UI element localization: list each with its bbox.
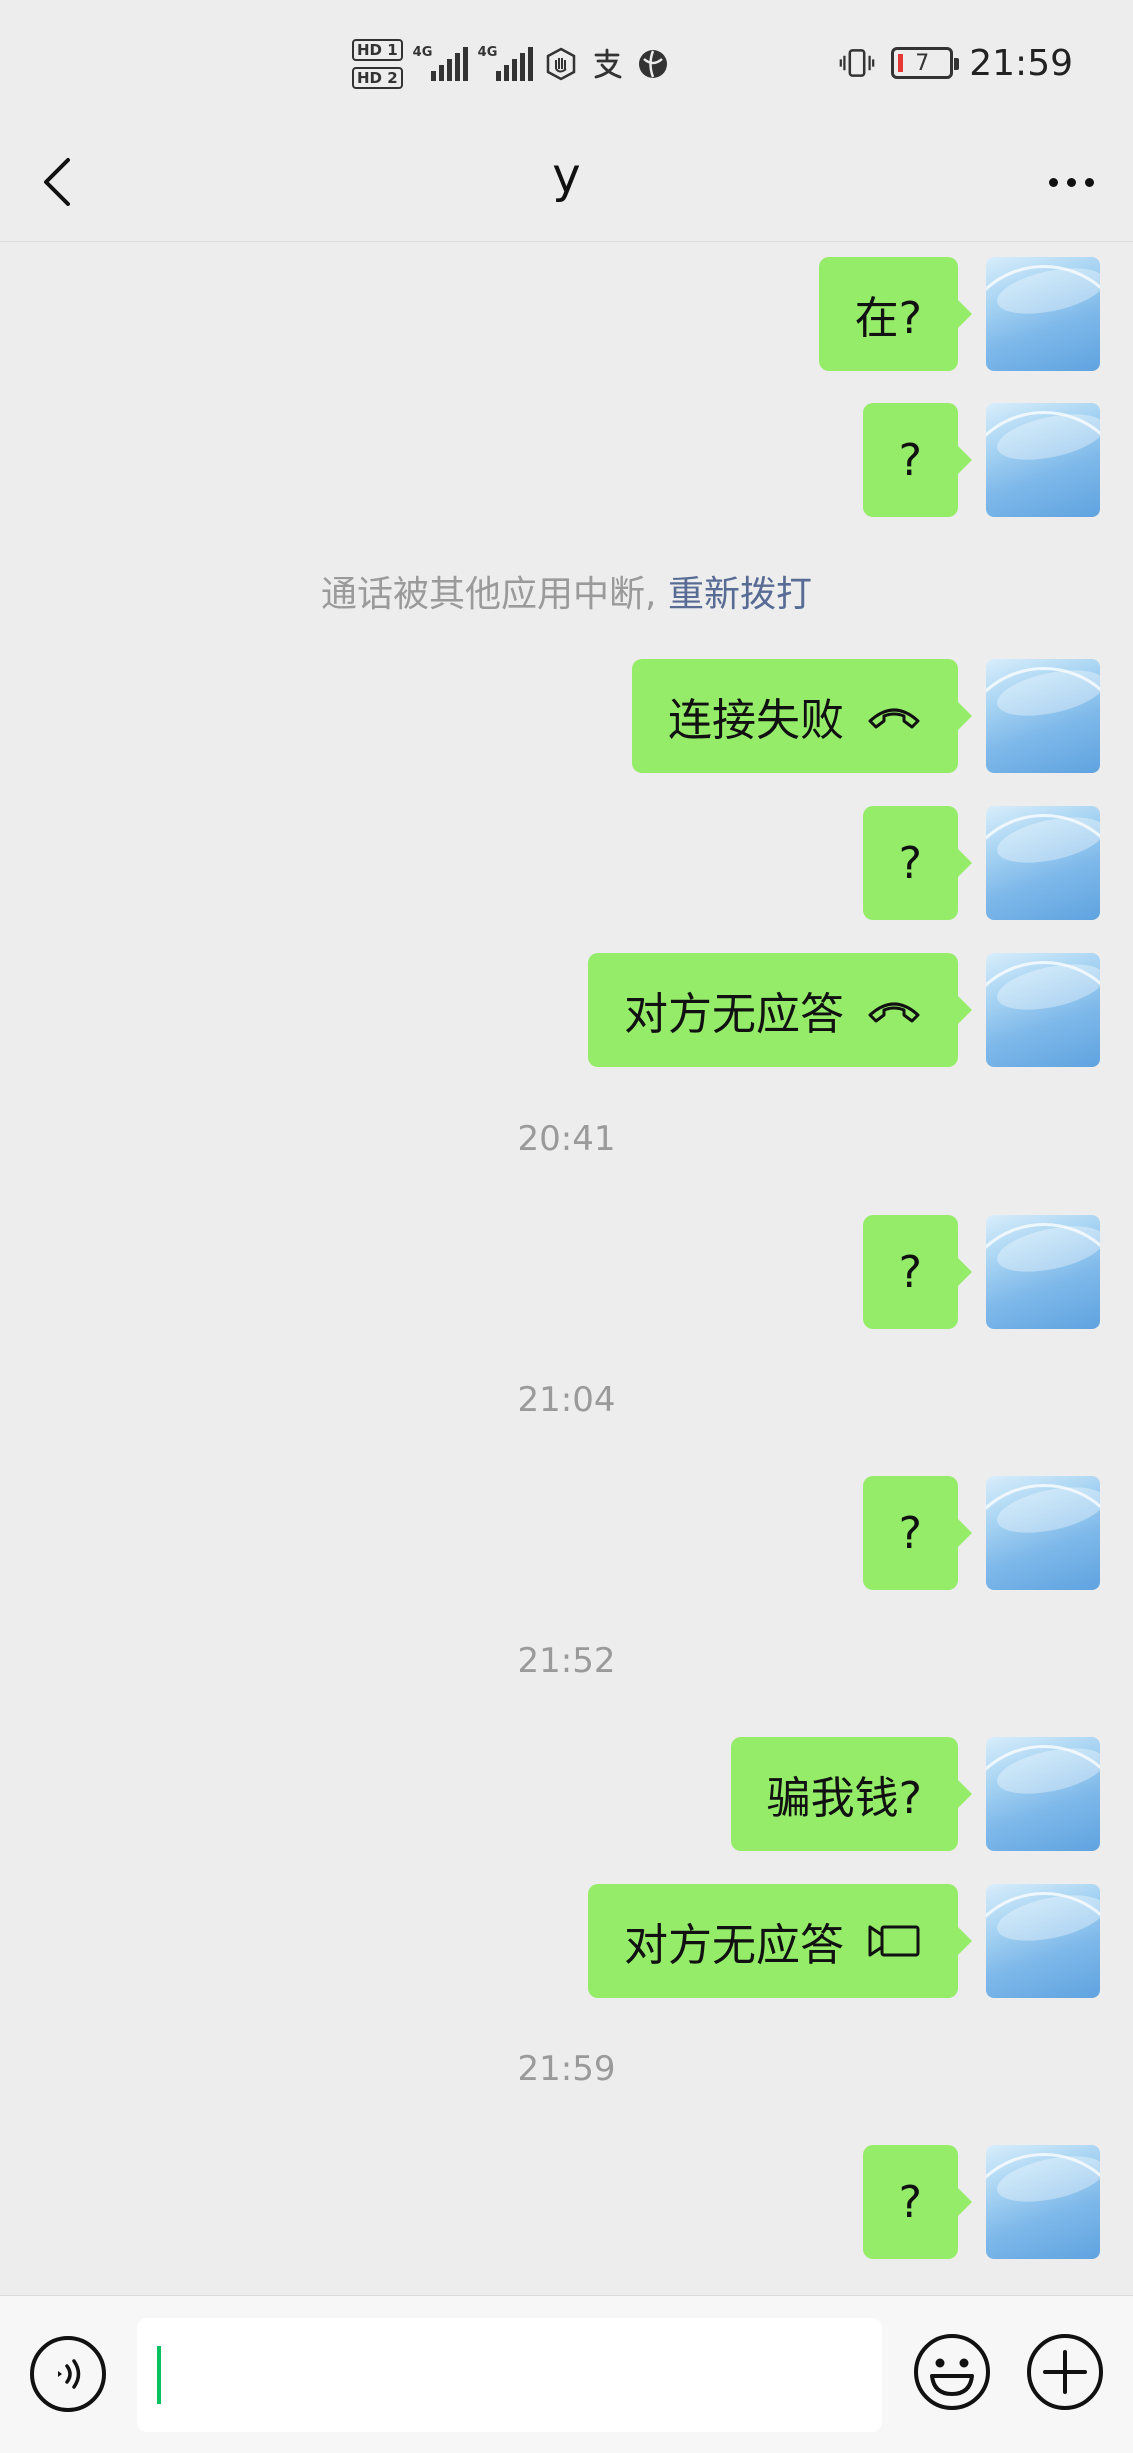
message-row: ? [862, 806, 1100, 920]
redial-link[interactable]: 重新拨打 [668, 574, 812, 615]
avatar[interactable] [986, 2145, 1100, 2259]
avatar[interactable] [986, 403, 1100, 517]
signal-icon: 4G [477, 45, 533, 81]
text-caret [157, 2346, 161, 2404]
emoji-button[interactable] [912, 2332, 992, 2412]
call-record-bubble[interactable]: 对方无应答 [588, 953, 972, 1067]
message-text: ? [898, 1507, 922, 1559]
message-row: 在? [818, 257, 1100, 371]
message-text: ? [898, 837, 922, 889]
signal-icon: 4G [412, 45, 468, 81]
message-row: ? [862, 1215, 1100, 1329]
message-text: 对方无应答 [624, 1920, 844, 1971]
video-call-icon [866, 1921, 922, 1961]
hand-icon [543, 46, 579, 82]
message-text: 连接失败 [668, 695, 844, 746]
system-message: 通话被其他应用中断, 重新拨打 [0, 565, 1133, 617]
battery-low-indicator [898, 54, 904, 72]
battery-level: 7 [915, 50, 930, 76]
message-bubble[interactable]: ? [862, 1476, 973, 1590]
browser-icon [635, 46, 671, 82]
chat-header: y [0, 130, 1133, 242]
avatar[interactable] [986, 1737, 1100, 1851]
avatar[interactable] [986, 1476, 1100, 1590]
message-row: ? [862, 1476, 1100, 1590]
message-row: ? [862, 2145, 1100, 2259]
message-row: 对方无应答 [588, 953, 1100, 1067]
avatar[interactable] [986, 257, 1100, 371]
message-row: ? [862, 403, 1100, 517]
message-text: ? [898, 1246, 922, 1298]
message-text: 骗我钱? [766, 1773, 922, 1824]
call-record-bubble[interactable]: 连接失败 [632, 659, 972, 773]
message-row: 骗我钱? [730, 1737, 1100, 1851]
plus-icon [1027, 2334, 1103, 2410]
timestamp: 21:52 [517, 1641, 616, 1681]
avatar[interactable] [986, 806, 1100, 920]
message-bubble[interactable]: 骗我钱? [730, 1737, 973, 1851]
avatar[interactable] [986, 953, 1100, 1067]
alipay-icon [589, 46, 625, 82]
network-type-1: 4G [412, 45, 433, 60]
message-bubble[interactable]: ? [862, 403, 973, 517]
hd-icon: HD 1 HD 2 [352, 39, 403, 89]
battery-icon: 7 [891, 47, 960, 79]
phone-hangup-icon [866, 995, 922, 1025]
message-bubble[interactable]: 在? [818, 257, 973, 371]
more-functions-button[interactable] [1025, 2332, 1105, 2412]
emoji-icon [914, 2334, 990, 2410]
voice-icon [58, 2359, 81, 2389]
message-text: ? [898, 434, 922, 486]
message-bubble[interactable]: ? [862, 806, 973, 920]
message-row: 对方无应答 [588, 1884, 1100, 1998]
chat-title: y [552, 148, 581, 204]
message-input[interactable] [137, 2318, 882, 2432]
hd-2-label: HD 2 [352, 67, 403, 89]
vibrate-icon [839, 45, 875, 81]
call-record-bubble[interactable]: 对方无应答 [588, 1884, 972, 1998]
more-dots-icon [1048, 177, 1058, 187]
avatar[interactable] [986, 1215, 1100, 1329]
avatar[interactable] [986, 1884, 1100, 1998]
message-text: 在? [854, 293, 922, 344]
avatar[interactable] [986, 659, 1100, 773]
timestamp: 20:41 [517, 1119, 616, 1159]
message-text: ? [898, 2176, 922, 2228]
message-text: 对方无应答 [624, 989, 844, 1040]
hd-1-label: HD 1 [352, 39, 403, 61]
message-bubble[interactable]: ? [862, 2145, 973, 2259]
message-bubble[interactable]: ? [862, 1215, 973, 1329]
timestamp: 21:04 [517, 1380, 616, 1420]
timestamp: 21:59 [517, 2049, 616, 2089]
status-time: 21:59 [969, 42, 1073, 84]
voice-button[interactable] [30, 2336, 106, 2412]
status-left-icons: HD 1 HD 2 4G 4G [352, 32, 671, 96]
network-type-2: 4G [477, 45, 498, 60]
input-bar [0, 2295, 1133, 2453]
phone-hangup-icon [866, 701, 922, 731]
message-row: 连接失败 [632, 659, 1100, 773]
system-message-text: 通话被其他应用中断, [321, 574, 657, 615]
status-bar: HD 1 HD 2 4G 4G 7 21:59 [0, 0, 1133, 130]
status-right-icons: 7 21:59 [839, 38, 1073, 88]
more-button[interactable] [1039, 152, 1103, 212]
